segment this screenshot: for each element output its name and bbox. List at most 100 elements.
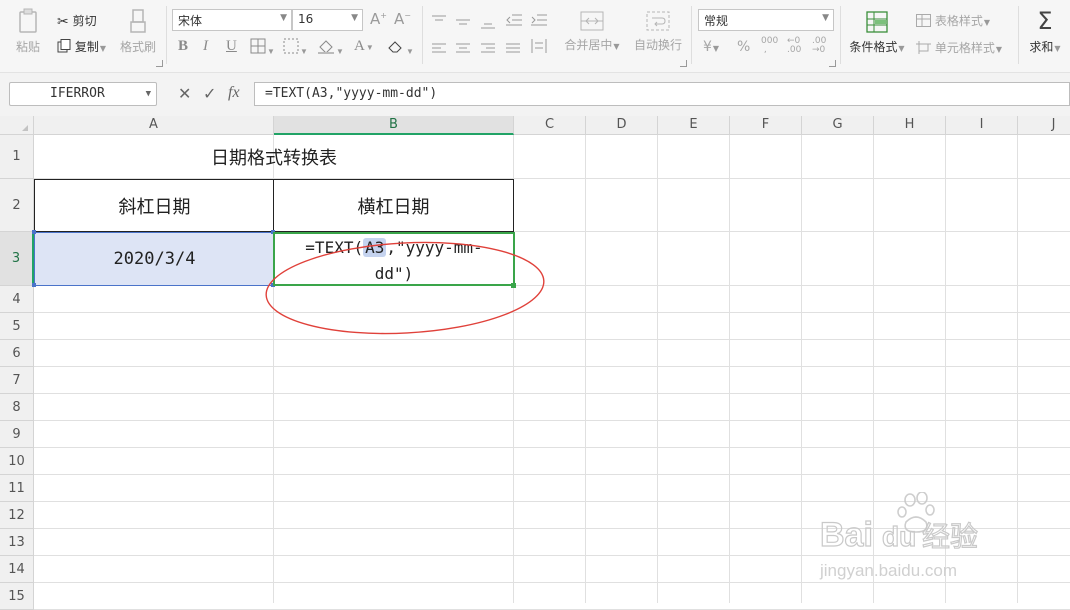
- row-header-11[interactable]: 11: [0, 475, 34, 502]
- format-painter-button[interactable]: 格式刷: [118, 8, 158, 55]
- sigma-icon: Σ: [1037, 7, 1053, 35]
- row-header-12[interactable]: 12: [0, 502, 34, 529]
- percent-icon[interactable]: %: [737, 39, 750, 55]
- italic-icon[interactable]: I: [203, 38, 208, 55]
- header-cell-b2[interactable]: 横杠日期: [273, 179, 514, 232]
- column-header-e[interactable]: E: [658, 116, 730, 135]
- fill-pattern-icon[interactable]: ▼: [283, 38, 308, 59]
- column-header-f[interactable]: F: [730, 116, 802, 135]
- formula-text: =TEXT(A3,"yyyy-mm-dd"): [265, 86, 438, 101]
- scissors-icon: ✂: [57, 13, 69, 30]
- font-size-select[interactable]: 16 ▼: [292, 9, 363, 31]
- alignment-launcher-icon[interactable]: [680, 60, 687, 67]
- grid-row-line: [34, 339, 1070, 340]
- grid-column-line: [729, 135, 730, 603]
- grid-row-line: [34, 447, 1070, 448]
- column-header-j[interactable]: J: [1018, 116, 1070, 135]
- row-header-4[interactable]: 4: [0, 286, 34, 313]
- merge-center-button[interactable]: 合并居中▼: [561, 10, 623, 53]
- title-cell[interactable]: 日期格式转换表: [34, 135, 514, 179]
- thousands-icon[interactable]: 000 ,: [761, 37, 778, 55]
- grid-column-line: [801, 135, 802, 603]
- column-header-c[interactable]: C: [514, 116, 586, 135]
- clear-format-icon[interactable]: ▼: [387, 38, 414, 59]
- align-top-icon[interactable]: [432, 12, 446, 31]
- fx-label: fx: [228, 84, 240, 101]
- copy-icon: [57, 39, 71, 56]
- header-cell-a2[interactable]: 斜杠日期: [34, 179, 274, 232]
- font-color-icon[interactable]: A▼: [354, 38, 374, 55]
- font-name-value: 宋体: [178, 14, 203, 28]
- cell-style-label: 单元格样式: [934, 41, 995, 55]
- chevron-down-icon: ▼: [351, 13, 358, 23]
- grid-row-line: [34, 474, 1070, 475]
- row-header-8[interactable]: 8: [0, 394, 34, 421]
- paste-label: 粘贴: [15, 40, 40, 54]
- row-header-3[interactable]: 3: [0, 232, 34, 286]
- name-box[interactable]: IFERROR ▼: [9, 82, 157, 106]
- column-header-h[interactable]: H: [874, 116, 946, 135]
- distributed-icon[interactable]: [531, 38, 547, 57]
- align-bottom-icon[interactable]: [481, 16, 495, 35]
- row-header-7[interactable]: 7: [0, 367, 34, 394]
- align-left-icon[interactable]: [432, 40, 446, 59]
- row-header-14[interactable]: 14: [0, 556, 34, 583]
- number-format-select[interactable]: 常规 ▼: [698, 9, 834, 31]
- sum-button[interactable]: Σ 求和▼: [1027, 8, 1063, 55]
- decrease-indent-icon[interactable]: [506, 12, 522, 31]
- align-right-icon[interactable]: [481, 40, 495, 59]
- border-icon[interactable]: ▼: [250, 38, 275, 59]
- fx-icon[interactable]: fx: [228, 84, 240, 102]
- confirm-icon[interactable]: ✓: [203, 84, 216, 103]
- column-header-d[interactable]: D: [586, 116, 658, 135]
- grid-row-line: [34, 366, 1070, 367]
- cut-button[interactable]: ✂ 剪切: [57, 12, 97, 30]
- grid-row-line: [34, 582, 1070, 583]
- underline-icon[interactable]: U: [226, 38, 237, 55]
- grid-column-line: [585, 135, 586, 603]
- row-header-5[interactable]: 5: [0, 313, 34, 340]
- column-header-i[interactable]: I: [946, 116, 1018, 135]
- row-header-1[interactable]: 1: [0, 135, 34, 179]
- row-header-9[interactable]: 9: [0, 421, 34, 448]
- copy-button[interactable]: 复制▼: [57, 38, 106, 56]
- reference-handle[interactable]: [32, 230, 36, 234]
- fill-color-icon[interactable]: ▼: [317, 38, 344, 59]
- cancel-icon[interactable]: ✕: [178, 84, 191, 103]
- increase-indent-icon[interactable]: [531, 12, 547, 31]
- table-style-button[interactable]: 表格样式▼: [916, 12, 990, 30]
- align-middle-icon[interactable]: [456, 14, 470, 33]
- table-style-icon: [916, 13, 931, 30]
- clipboard-launcher-icon[interactable]: [156, 60, 163, 67]
- wrap-text-button[interactable]: 自动换行: [630, 10, 686, 53]
- justify-icon[interactable]: [506, 40, 520, 59]
- decrease-font-icon[interactable]: A−: [394, 10, 411, 28]
- row-header-15[interactable]: 15: [0, 583, 34, 610]
- sum-label: 求和: [1029, 40, 1054, 54]
- select-all-corner[interactable]: [0, 116, 34, 135]
- row-header-6[interactable]: 6: [0, 340, 34, 367]
- column-header-g[interactable]: G: [802, 116, 874, 135]
- row-header-2[interactable]: 2: [0, 179, 34, 232]
- decrease-decimal-icon[interactable]: .00 →0: [812, 37, 826, 55]
- currency-icon[interactable]: ¥▼: [703, 39, 719, 55]
- separator: [691, 6, 692, 64]
- align-center-icon[interactable]: [456, 40, 470, 59]
- paste-button[interactable]: 粘贴: [10, 8, 46, 55]
- conditional-format-button[interactable]: 条件格式▼: [846, 10, 908, 55]
- grid-row-line: [34, 420, 1070, 421]
- reference-handle[interactable]: [32, 283, 36, 287]
- column-header-b[interactable]: B: [274, 116, 514, 135]
- cell-style-button[interactable]: 单元格样式▼: [916, 39, 1002, 57]
- number-launcher-icon[interactable]: [829, 60, 836, 67]
- font-name-select[interactable]: 宋体 ▼: [172, 9, 292, 31]
- row-header-13[interactable]: 13: [0, 529, 34, 556]
- increase-decimal-icon[interactable]: ←0.00: [787, 37, 801, 55]
- bold-icon[interactable]: B: [178, 38, 188, 55]
- grid-row-line: [34, 555, 1070, 556]
- number-format-value: 常规: [704, 14, 729, 28]
- column-header-a[interactable]: A: [34, 116, 274, 135]
- formula-input[interactable]: =TEXT(A3,"yyyy-mm-dd"): [254, 82, 1070, 106]
- increase-font-icon[interactable]: A+: [370, 10, 387, 28]
- row-header-10[interactable]: 10: [0, 448, 34, 475]
